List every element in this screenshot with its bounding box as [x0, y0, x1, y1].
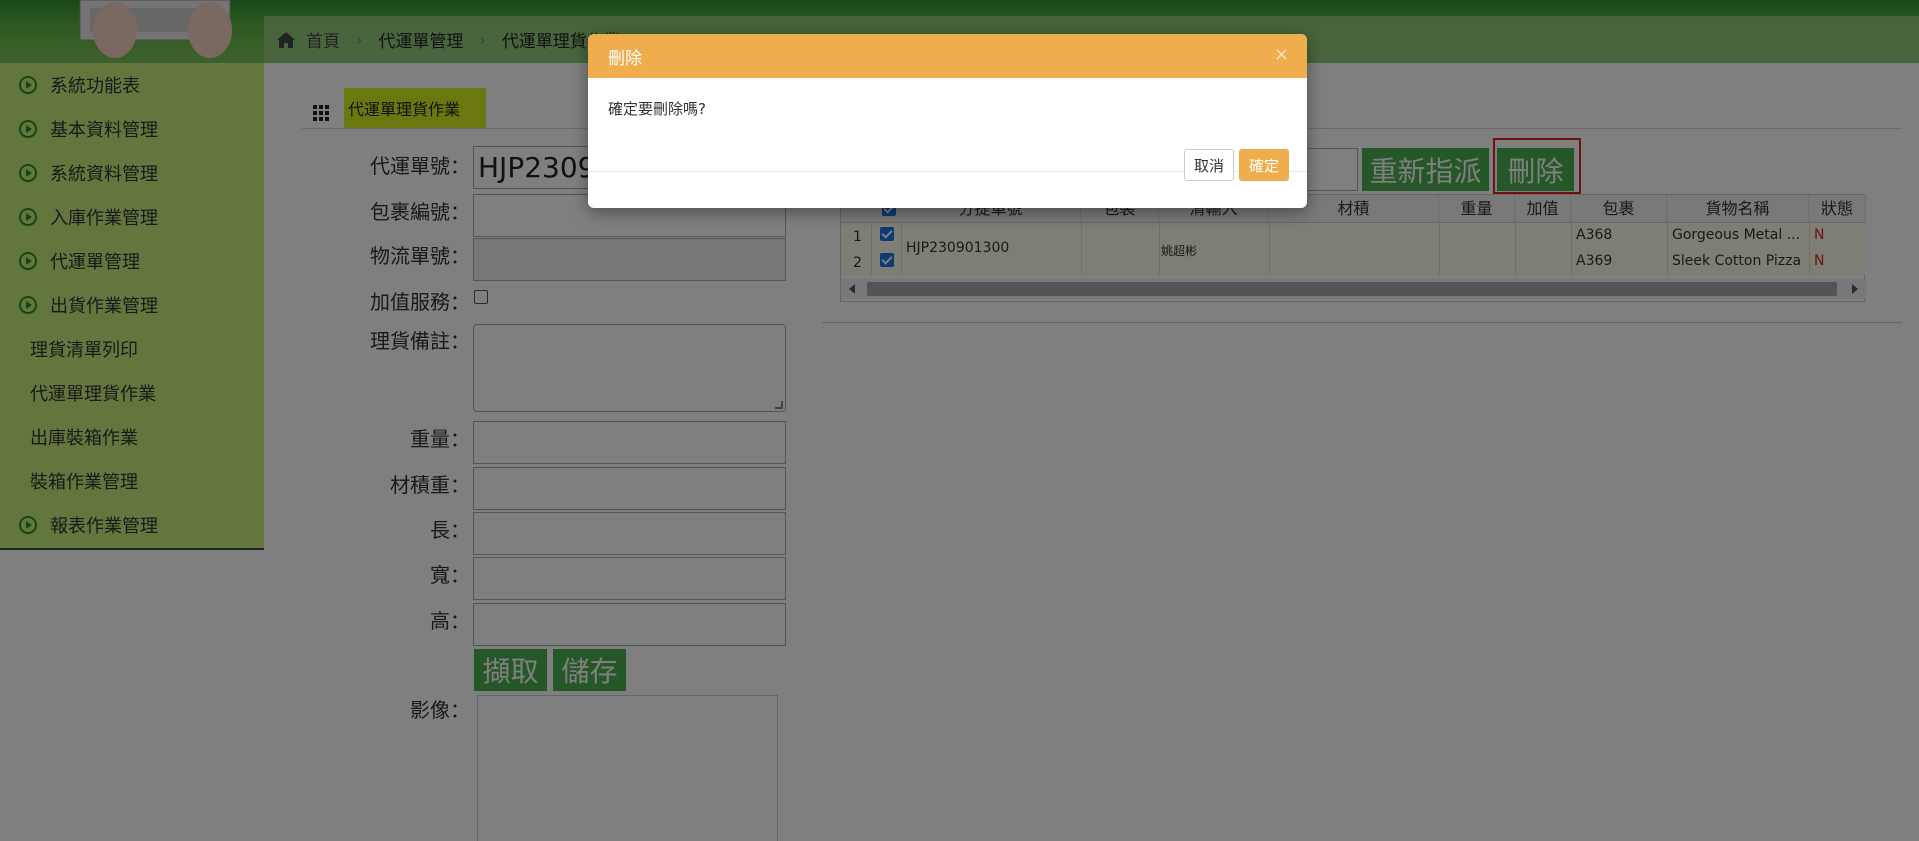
dialog-header: 刪除 × — [588, 34, 1307, 78]
delete-confirm-dialog: 刪除 × 確定要刪除嗎? 取消 確定 — [588, 34, 1307, 208]
cancel-button[interactable]: 取消 — [1184, 149, 1234, 181]
dialog-title: 刪除 — [608, 48, 642, 69]
dialog-footer: 取消 確定 — [588, 149, 1307, 208]
confirm-button[interactable]: 確定 — [1239, 149, 1289, 181]
close-icon[interactable]: × — [1274, 44, 1289, 65]
